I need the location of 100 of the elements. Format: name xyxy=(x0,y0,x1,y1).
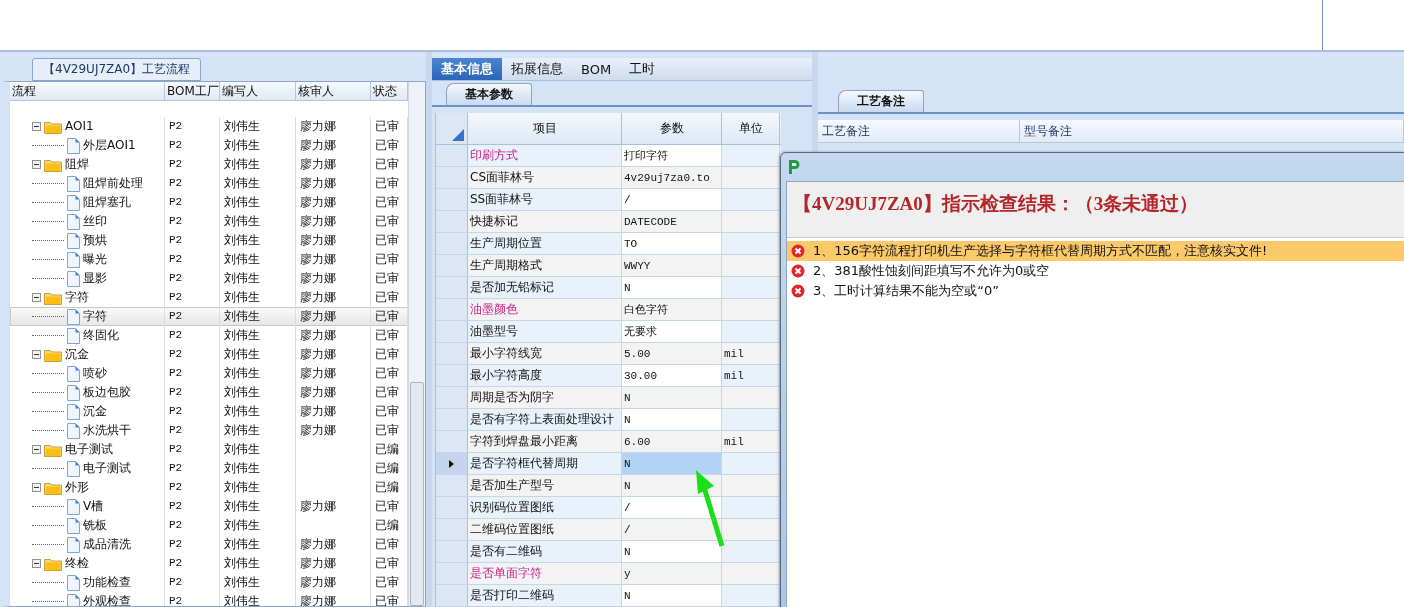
parameter-value[interactable]: y xyxy=(622,563,722,584)
tree-row[interactable]: 喷砂 P2 刘伟生 廖力娜 已审 xyxy=(10,364,408,383)
parameter-row[interactable]: 字符到焊盘最小距离 6.00 mil xyxy=(436,431,781,453)
parameter-row[interactable]: 是否单面字符 y xyxy=(436,563,781,585)
column-header[interactable]: 流程 xyxy=(10,82,165,100)
tree-row[interactable]: 终固化 P2 刘伟生 廖力娜 已审 xyxy=(10,326,408,345)
tab[interactable]: 基本信息 xyxy=(432,58,502,81)
tab[interactable]: BOM xyxy=(572,58,621,81)
tree-row[interactable]: 终检 P2 刘伟生 廖力娜 已审 xyxy=(10,554,408,573)
parameter-row[interactable]: 是否字符框代替周期 N xyxy=(436,453,781,475)
collapse-icon[interactable] xyxy=(32,350,41,359)
tree-row[interactable]: 成品清洗 P2 刘伟生 廖力娜 已审 xyxy=(10,535,408,554)
step-name: 水洗烘干 xyxy=(83,422,131,439)
tree-row[interactable]: 阻焊前处理 P2 刘伟生 廖力娜 已审 xyxy=(10,174,408,193)
collapse-icon[interactable] xyxy=(32,445,41,454)
parameter-value[interactable]: N xyxy=(622,453,722,474)
scrollbar[interactable] xyxy=(408,82,425,606)
parameter-row[interactable]: 生产周期位置 TO xyxy=(436,233,781,255)
parameter-value[interactable]: 打印字符 xyxy=(622,145,722,166)
parameter-name: 最小字符线宽 xyxy=(470,345,542,362)
parameter-row[interactable]: 周期是否为阴字 N xyxy=(436,387,781,409)
parameter-value[interactable]: N xyxy=(622,541,722,562)
parameter-value[interactable]: N xyxy=(622,277,722,298)
error-item[interactable]: 1、156字符流程打印机生产选择与字符框代替周期方式不匹配，注意核实文件! xyxy=(787,241,1404,261)
tree-row[interactable]: 外观检查 P2 刘伟生 廖力娜 已审 xyxy=(10,592,408,606)
parameter-value[interactable]: 6.00 xyxy=(622,431,722,452)
parameter-row[interactable]: SS面菲林号 / xyxy=(436,189,781,211)
parameter-row[interactable]: 油墨型号 无要求 xyxy=(436,321,781,343)
parameter-row[interactable]: 是否有二维码 N xyxy=(436,541,781,563)
collapse-icon[interactable] xyxy=(32,122,41,131)
column-header[interactable]: 型号备注 xyxy=(1020,120,1404,142)
error-item[interactable]: 3、工时计算结果不能为空或“0” xyxy=(787,281,1404,301)
parameter-value[interactable]: / xyxy=(622,519,722,540)
parameter-row[interactable]: 是否打印二维码 N xyxy=(436,585,781,607)
parameter-row[interactable]: 最小字符高度 30.00 mil xyxy=(436,365,781,387)
parameter-value[interactable]: 5.00 xyxy=(622,343,722,364)
parameter-value[interactable]: N xyxy=(622,585,722,606)
document-icon xyxy=(67,365,80,382)
collapse-icon[interactable] xyxy=(32,559,41,568)
parameter-value[interactable]: / xyxy=(622,189,722,210)
tree-row[interactable]: 电子测试 P2 刘伟生 已编 xyxy=(10,440,408,459)
tab[interactable]: 基本参数 xyxy=(446,83,532,105)
parameter-value[interactable]: 30.00 xyxy=(622,365,722,386)
tree-row[interactable]: 阻焊塞孔 P2 刘伟生 廖力娜 已审 xyxy=(10,193,408,212)
column-header[interactable]: 单位 xyxy=(722,113,780,144)
parameter-value[interactable]: 无要求 xyxy=(622,321,722,342)
column-header[interactable]: 项目 xyxy=(468,113,622,144)
tree-row[interactable]: AOI1 P2 刘伟生 廖力娜 已审 xyxy=(10,117,408,136)
collapse-icon[interactable] xyxy=(32,160,41,169)
tree-row[interactable]: 预烘 P2 刘伟生 廖力娜 已审 xyxy=(10,231,408,250)
tree-row[interactable]: 板边包胶 P2 刘伟生 廖力娜 已审 xyxy=(10,383,408,402)
tree-row[interactable]: 电子测试 P2 刘伟生 已编 xyxy=(10,459,408,478)
tree-row[interactable]: 阻焊 P2 刘伟生 廖力娜 已审 xyxy=(10,155,408,174)
parameter-row[interactable]: 二维码位置图纸 / xyxy=(436,519,781,541)
column-header[interactable]: 编写人 xyxy=(220,82,296,100)
parameter-value[interactable]: N xyxy=(622,387,722,408)
column-header[interactable]: 参数 xyxy=(622,113,722,144)
tree-row[interactable]: 丝印 P2 刘伟生 廖力娜 已审 xyxy=(10,212,408,231)
parameter-value[interactable]: / xyxy=(622,497,722,518)
collapse-icon[interactable] xyxy=(32,483,41,492)
parameter-row[interactable]: 生产周期格式 WWYY xyxy=(436,255,781,277)
parameter-row[interactable]: 是否有字符上表面处理设计 N xyxy=(436,409,781,431)
document-icon xyxy=(67,403,80,420)
tree-row[interactable]: 显影 P2 刘伟生 廖力娜 已审 xyxy=(10,269,408,288)
tree-row[interactable]: 沉金 P2 刘伟生 廖力娜 已审 xyxy=(10,402,408,421)
tree-row[interactable]: V槽 P2 刘伟生 廖力娜 已审 xyxy=(10,497,408,516)
parameter-row[interactable]: 是否加无铅标记 N xyxy=(436,277,781,299)
parameter-row[interactable]: 油墨颜色 白色字符 xyxy=(436,299,781,321)
parameter-row[interactable]: 是否加生产型号 N xyxy=(436,475,781,497)
tree-row[interactable]: 曝光 P2 刘伟生 廖力娜 已审 xyxy=(10,250,408,269)
tree-row[interactable]: 字符 P2 刘伟生 廖力娜 已审 xyxy=(10,307,408,326)
parameter-value[interactable]: DATECODE xyxy=(622,211,722,232)
parameter-row[interactable]: 识别码位置图纸 / xyxy=(436,497,781,519)
parameter-row[interactable]: CS面菲林号 4v29uj7za0.to xyxy=(436,167,781,189)
tree-row[interactable]: 外形 P2 刘伟生 已编 xyxy=(10,478,408,497)
parameter-name: 是否字符框代替周期 xyxy=(470,455,578,472)
column-header[interactable]: 工艺备注 xyxy=(818,120,1020,142)
table-cell: 刘伟生 xyxy=(220,402,296,421)
collapse-icon[interactable] xyxy=(32,293,41,302)
parameter-value[interactable]: 白色字符 xyxy=(622,299,722,320)
parameter-value[interactable]: TO xyxy=(622,233,722,254)
tab[interactable]: 拓展信息 xyxy=(502,58,572,81)
parameter-value[interactable]: N xyxy=(622,409,722,430)
tab[interactable]: 工时 xyxy=(620,58,665,81)
parameter-row[interactable]: 印刷方式 打印字符 xyxy=(436,145,781,167)
tree-row[interactable]: 功能检查 P2 刘伟生 廖力娜 已审 xyxy=(10,573,408,592)
parameter-name: 字符到焊盘最小距离 xyxy=(470,433,578,450)
column-header[interactable]: BOM工厂 xyxy=(165,82,220,100)
row-pointer-icon xyxy=(449,459,454,468)
tree-row[interactable]: 铣板 P2 刘伟生 已编 xyxy=(10,516,408,535)
tree-row[interactable]: 外层AOI1 P2 刘伟生 廖力娜 已审 xyxy=(10,136,408,155)
parameter-row[interactable]: 最小字符线宽 5.00 mil xyxy=(436,343,781,365)
column-header[interactable]: 核审人 xyxy=(296,82,371,100)
error-item[interactable]: 2、381酸性蚀刻间距填写不允许为0或空 xyxy=(787,261,1404,281)
parameter-row[interactable]: 快捷标记 DATECODE xyxy=(436,211,781,233)
parameter-value[interactable]: 4v29uj7za0.to xyxy=(622,167,722,188)
tree-row[interactable]: 沉金 P2 刘伟生 廖力娜 已审 xyxy=(10,345,408,364)
tree-row[interactable]: 水洗烘干 P2 刘伟生 廖力娜 已审 xyxy=(10,421,408,440)
tab[interactable]: 工艺备注 xyxy=(838,90,924,112)
parameter-value[interactable]: WWYY xyxy=(622,255,722,276)
